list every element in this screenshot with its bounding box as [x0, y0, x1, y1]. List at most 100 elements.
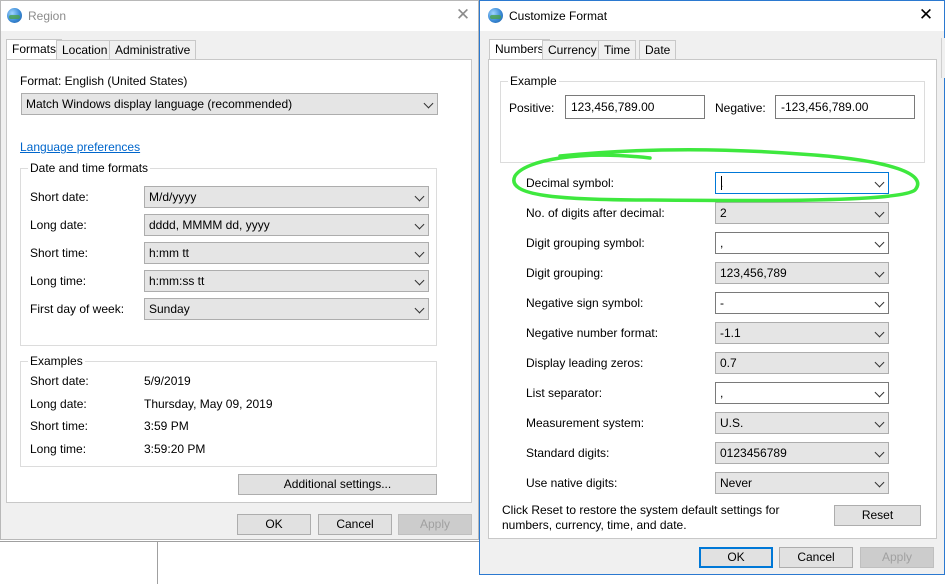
chevron-down-icon — [414, 191, 425, 202]
standard-digits-value: 0123456789 — [720, 446, 787, 460]
list-separator-select[interactable]: , — [715, 382, 889, 404]
customize-format-window: Customize Format ✕ Numbers Currency Time… — [479, 0, 945, 575]
decimal-symbol-label: Decimal symbol: — [526, 176, 615, 190]
tab-location[interactable]: Location — [56, 40, 114, 60]
negative-example: -123,456,789.00 — [775, 95, 915, 119]
reset-button[interactable]: Reset — [834, 505, 921, 526]
chevron-down-icon — [874, 447, 885, 458]
short-time-label: Short time: — [30, 246, 89, 260]
negative-sign-symbol-select[interactable]: - — [715, 292, 889, 314]
long-time-value: h:mm:ss tt — [149, 274, 205, 288]
globe-icon — [488, 8, 503, 23]
tab-formats[interactable]: Formats — [6, 39, 63, 61]
tab-date[interactable]: Date — [639, 40, 677, 60]
desktop-divider-vertical — [157, 541, 158, 584]
long-time-select[interactable]: h:mm:ss tt — [144, 270, 429, 292]
display-leading-zeros-label: Display leading zeros: — [526, 356, 644, 370]
customize-cancel-button[interactable]: Cancel — [779, 547, 853, 568]
example-long-date-label: Long date: — [30, 397, 87, 411]
tab-administrative[interactable]: Administrative — [109, 40, 197, 60]
chevron-down-icon — [874, 177, 885, 188]
region-window: Region ✕ Formats Location Administrative… — [0, 0, 479, 540]
tab-time[interactable]: Time — [598, 40, 637, 60]
use-native-digits-label: Use native digits: — [526, 476, 618, 490]
chevron-down-icon — [874, 267, 885, 278]
digits-after-decimal-select[interactable]: 2 — [715, 202, 889, 224]
measurement-system-value: U.S. — [720, 416, 744, 430]
customize-titlebar[interactable]: Customize Format ✕ — [480, 1, 944, 31]
customize-close-icon[interactable]: ✕ — [916, 5, 936, 25]
chevron-down-icon — [874, 327, 885, 338]
long-date-label: Long date: — [30, 218, 87, 232]
use-native-digits-select[interactable]: Never — [715, 472, 889, 494]
standard-digits-select[interactable]: 0123456789 — [715, 442, 889, 464]
measurement-system-label: Measurement system: — [526, 416, 645, 430]
region-ok-button[interactable]: OK — [237, 514, 311, 535]
region-apply-button[interactable]: Apply — [398, 514, 472, 535]
digit-grouping-symbol-select[interactable]: , — [715, 232, 889, 254]
chevron-down-icon — [874, 357, 885, 368]
text-caret — [721, 176, 722, 190]
list-separator-value: , — [720, 386, 724, 400]
digit-grouping-label: Digit grouping: — [526, 266, 604, 280]
numbers-panel: Example Positive: 123,456,789.00 Negativ… — [488, 59, 937, 539]
display-leading-zeros-value: 0.7 — [720, 356, 737, 370]
display-leading-zeros-select[interactable]: 0.7 — [715, 352, 889, 374]
digit-grouping-select[interactable]: 123,456,789 — [715, 262, 889, 284]
list-separator-label: List separator: — [526, 386, 603, 400]
long-time-label: Long time: — [30, 274, 87, 288]
negative-number-format-value: -1.1 — [720, 326, 741, 340]
format-label: Format: English (United States) — [20, 74, 188, 88]
short-date-value: M/d/yyyy — [149, 190, 197, 204]
example-short-date-value: 5/9/2019 — [144, 374, 191, 388]
tab-currency[interactable]: Currency — [542, 40, 603, 60]
globe-icon — [7, 8, 22, 23]
chevron-down-icon — [874, 477, 885, 488]
customize-apply-button[interactable]: Apply — [860, 547, 934, 568]
first-day-of-week-value: Sunday — [149, 302, 190, 316]
use-native-digits-value: Never — [720, 476, 753, 490]
negative-sign-symbol-value: - — [720, 296, 724, 310]
digits-after-decimal-value: 2 — [720, 206, 727, 220]
negative-sign-symbol-label: Negative sign symbol: — [526, 296, 644, 310]
positive-example: 123,456,789.00 — [565, 95, 705, 119]
negative-number-format-select[interactable]: -1.1 — [715, 322, 889, 344]
desktop-divider-horizontal — [0, 541, 479, 542]
example-long-date-value: Thursday, May 09, 2019 — [144, 397, 273, 411]
long-date-select[interactable]: dddd, MMMM dd, yyyy — [144, 214, 429, 236]
reset-note-line-2: numbers, currency, time, and date. — [502, 518, 687, 532]
region-title: Region — [28, 9, 67, 23]
example-group: Example Positive: 123,456,789.00 Negativ… — [500, 74, 925, 163]
measurement-system-select[interactable]: U.S. — [715, 412, 889, 434]
format-select[interactable]: Match Windows display language (recommen… — [21, 93, 438, 115]
customize-ok-button[interactable]: OK — [699, 547, 773, 568]
negative-number-format-label: Negative number format: — [526, 326, 659, 340]
reset-note-line-1: Click Reset to restore the system defaul… — [502, 503, 780, 517]
first-day-of-week-label: First day of week: — [30, 302, 125, 316]
chevron-down-icon — [874, 417, 885, 428]
chevron-down-icon — [874, 297, 885, 308]
region-titlebar[interactable]: Region ✕ — [1, 1, 478, 31]
chevron-down-icon — [874, 237, 885, 248]
date-time-formats-group: Date and time formats Short date: M/d/yy… — [20, 161, 437, 346]
example-short-time-label: Short time: — [30, 419, 89, 433]
tab-numbers[interactable]: Numbers — [489, 39, 550, 61]
additional-settings-button[interactable]: Additional settings... — [238, 474, 437, 495]
short-time-select[interactable]: h:mm tt — [144, 242, 429, 264]
region-cancel-button[interactable]: Cancel — [318, 514, 392, 535]
example-long-time-value: 3:59:20 PM — [144, 442, 206, 456]
chevron-down-icon — [874, 207, 885, 218]
example-short-date-label: Short date: — [30, 374, 89, 388]
example-long-time-label: Long time: — [30, 442, 87, 456]
first-day-of-week-select[interactable]: Sunday — [144, 298, 429, 320]
language-preferences-link[interactable]: Language preferences — [20, 140, 140, 154]
decimal-symbol-select[interactable]: . — [715, 172, 889, 194]
chevron-down-icon — [874, 387, 885, 398]
short-date-select[interactable]: M/d/yyyy — [144, 186, 429, 208]
chevron-down-icon — [414, 247, 425, 258]
chevron-down-icon — [414, 275, 425, 286]
digits-after-decimal-label: No. of digits after decimal: — [526, 206, 665, 220]
standard-digits-label: Standard digits: — [526, 446, 610, 460]
negative-label: Negative: — [715, 101, 766, 115]
region-close-icon[interactable]: ✕ — [453, 5, 473, 25]
